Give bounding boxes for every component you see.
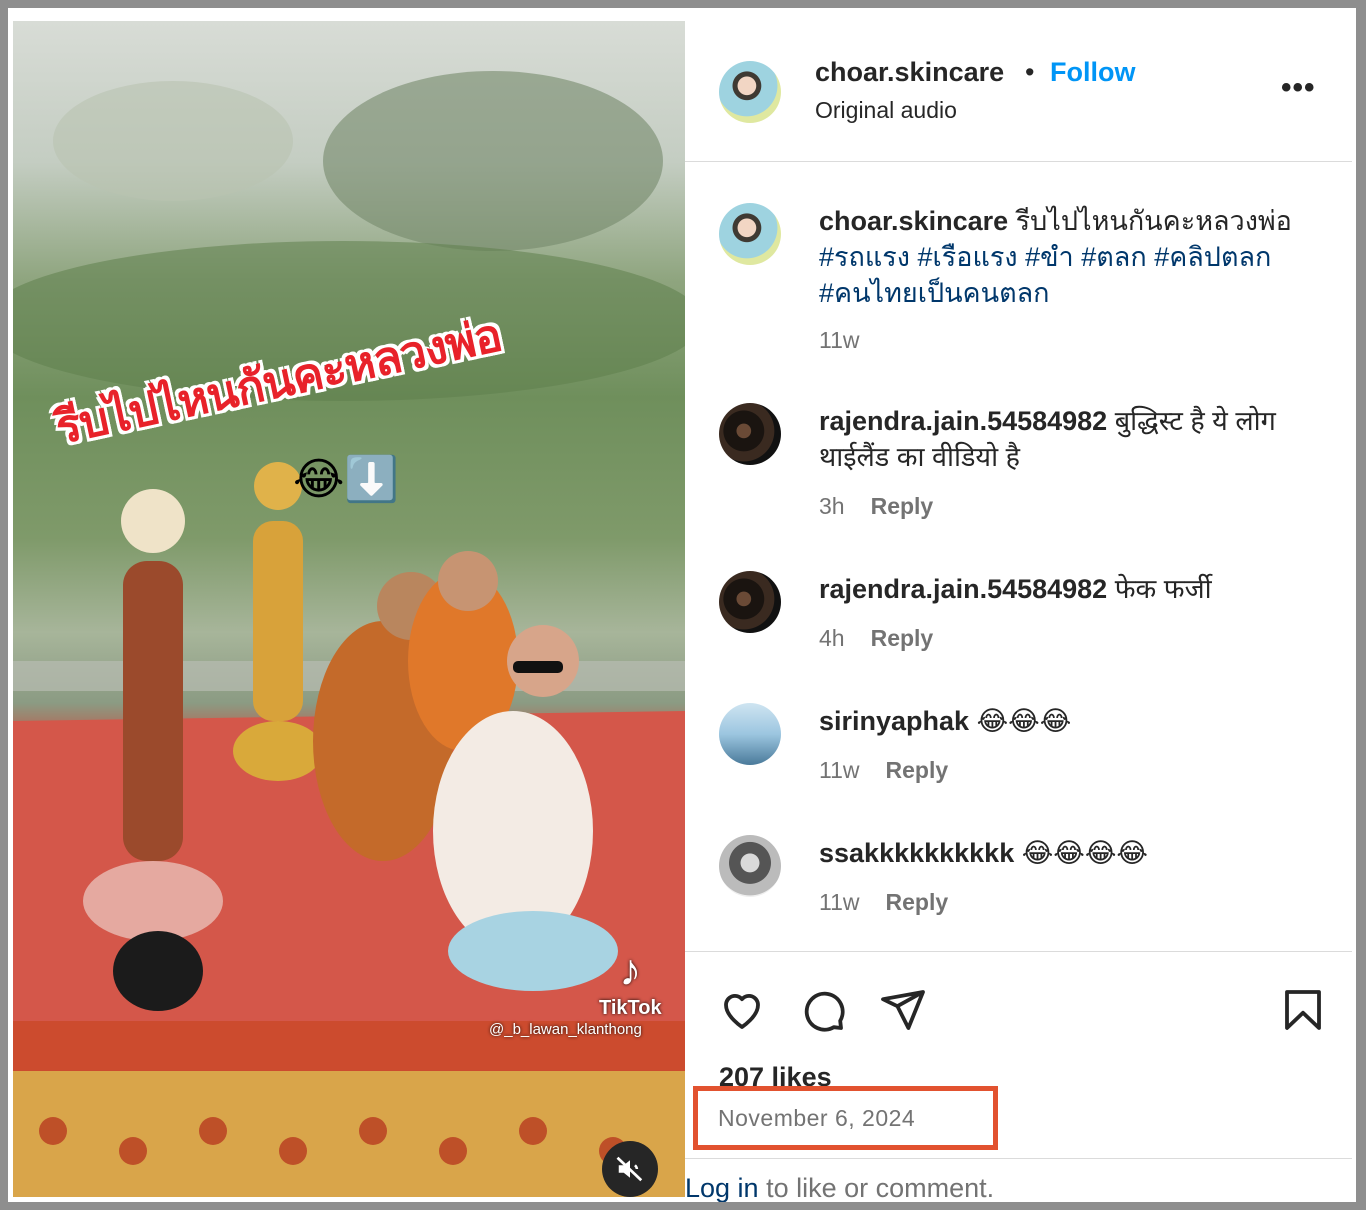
tiktok-logo-icon: ♪: [619, 946, 642, 995]
comment-text: rajendra.jain.54584982 फेक फर्जी: [819, 571, 1329, 607]
login-link[interactable]: Log in: [685, 1173, 759, 1202]
reply-button[interactable]: Reply: [871, 493, 934, 519]
comment-time[interactable]: 4h: [819, 625, 845, 651]
comment-meta: 3h Reply: [819, 493, 933, 520]
post-date[interactable]: November 6, 2024: [718, 1105, 915, 1132]
comment-time[interactable]: 3h: [819, 493, 845, 519]
commenter-avatar[interactable]: [719, 835, 781, 897]
post-video[interactable]: รีบไปไหนกันคะหลวงพ่อ 😂⬇️ ♪ TikTok @_b_la…: [13, 21, 685, 1197]
commenter-username[interactable]: ssakkkkkkkkkk: [819, 838, 1014, 868]
post-header: choar.skincare • Follow Original audio •…: [685, 21, 1352, 162]
video-emoji-overlay: 😂⬇️: [293, 454, 400, 505]
date-highlight-box: November 6, 2024: [693, 1086, 998, 1150]
commenter-username[interactable]: rajendra.jain.54584982: [819, 406, 1107, 436]
caption-body: รีบไปไหนกันคะหลวงพ่อ: [1015, 206, 1292, 236]
more-icon[interactable]: •••: [1281, 73, 1316, 103]
comment-text: ssakkkkkkkkkk 😂😂😂😂: [819, 835, 1329, 871]
tiktok-handle: @_b_lawan_klanthong: [489, 1021, 642, 1038]
mute-toggle-button[interactable]: [602, 1141, 658, 1197]
hashtag-link[interactable]: #คนไทยเป็นคนตลก: [819, 278, 1050, 308]
caption-username[interactable]: choar.skincare: [819, 206, 1008, 236]
comment-meta: 4h Reply: [819, 625, 933, 652]
commenter-avatar[interactable]: [719, 571, 781, 633]
author-avatar[interactable]: [719, 61, 781, 123]
audio-label[interactable]: Original audio: [815, 97, 957, 124]
speaker-muted-icon: [616, 1156, 643, 1182]
hashtag-link[interactable]: #เรือแรง: [917, 242, 1017, 272]
comment-meta: 11w Reply: [819, 757, 948, 784]
header-separator: •: [1025, 57, 1035, 87]
comment-body: फेक फर्जी: [1114, 574, 1212, 604]
caption-time[interactable]: 11w: [819, 327, 860, 354]
comment-time[interactable]: 11w: [819, 889, 860, 915]
comment-text: rajendra.jain.54584982 बुद्धिस्ट है ये ल…: [819, 403, 1329, 475]
bookmark-icon[interactable]: [1279, 986, 1327, 1034]
login-prompt: Log in to like or comment.: [685, 1158, 1352, 1202]
commenter-avatar[interactable]: [719, 403, 781, 465]
reply-button[interactable]: Reply: [871, 625, 934, 651]
heart-icon[interactable]: [718, 986, 766, 1034]
caption-author-avatar[interactable]: [719, 203, 781, 265]
comment-body: 😂😂😂: [976, 706, 1072, 736]
commenter-username[interactable]: sirinyaphak: [819, 706, 969, 736]
follow-button[interactable]: Follow: [1050, 57, 1135, 88]
reply-button[interactable]: Reply: [886, 757, 949, 783]
share-icon[interactable]: [879, 986, 927, 1034]
post-actions: 207 likes November 6, 2024 Log in to lik…: [685, 951, 1352, 1202]
reply-button[interactable]: Reply: [886, 889, 949, 915]
comment-text: sirinyaphak 😂😂😂: [819, 703, 1329, 739]
hashtag-link[interactable]: #คลิปตลก: [1154, 242, 1271, 272]
login-prompt-text: to like or comment.: [758, 1173, 995, 1202]
tiktok-brand: TikTok: [599, 997, 662, 1019]
comment-icon[interactable]: [799, 986, 847, 1034]
hashtag-link[interactable]: #ขำ: [1025, 242, 1074, 272]
post-modal: รีบไปไหนกันคะหลวงพ่อ 😂⬇️ ♪ TikTok @_b_la…: [8, 8, 1356, 1202]
caption-text: choar.skincare รีบไปไหนกันคะหลวงพ่อ #รถแ…: [819, 203, 1329, 311]
post-details-panel: choar.skincare • Follow Original audio •…: [685, 21, 1352, 1202]
comment-time[interactable]: 11w: [819, 757, 860, 783]
commenter-username[interactable]: rajendra.jain.54584982: [819, 574, 1107, 604]
comment-body: 😂😂😂😂: [1021, 838, 1148, 868]
hashtag-link[interactable]: #ตลก: [1081, 242, 1146, 272]
comment-meta: 11w Reply: [819, 889, 948, 916]
author-username[interactable]: choar.skincare: [815, 57, 1004, 88]
tiktok-watermark: ♪ TikTok: [599, 949, 662, 1020]
hashtag-link[interactable]: #รถแรง: [819, 242, 910, 272]
commenter-avatar[interactable]: [719, 703, 781, 765]
